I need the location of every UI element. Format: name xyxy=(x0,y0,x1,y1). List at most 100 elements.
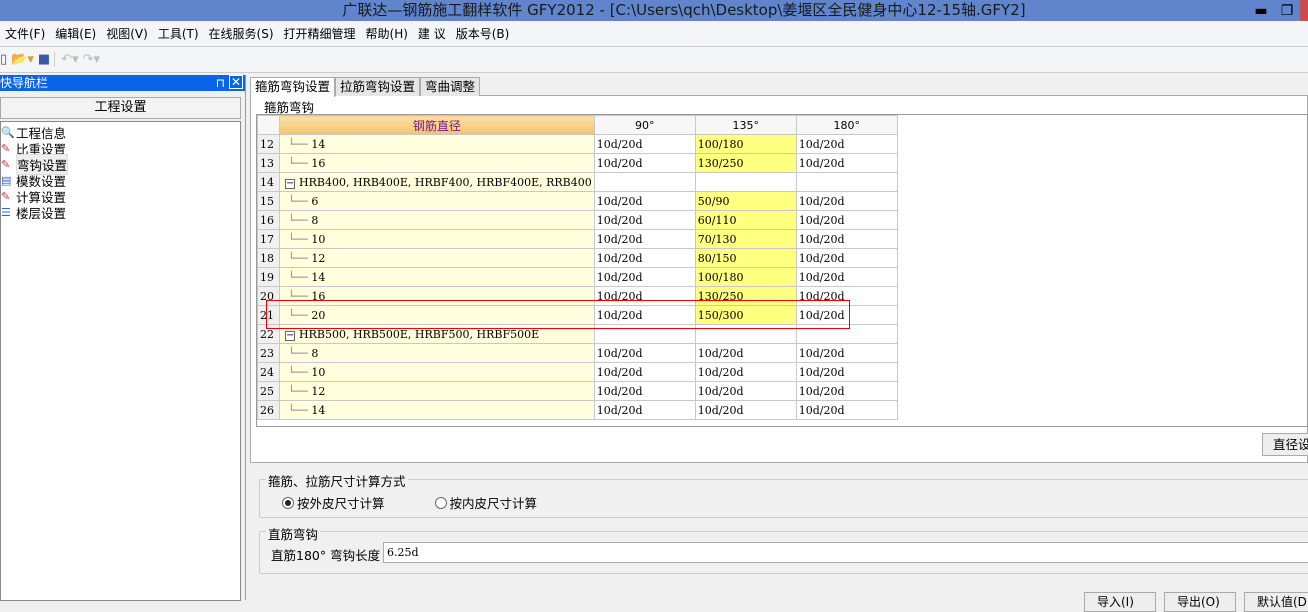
cell-180[interactable]: 10d/20d xyxy=(795,381,898,401)
menu-help[interactable]: 帮助(H) xyxy=(361,25,413,42)
diameter-settings-button[interactable]: 直径设 xyxy=(1262,433,1308,456)
cell-180[interactable]: 10d/20d xyxy=(795,210,898,230)
cell-90[interactable]: 10d/20d xyxy=(593,191,696,211)
table-row[interactable]: 25 └── 12 10d/20d 10d/20d 10d/20d xyxy=(257,381,898,401)
cell-135[interactable]: 70/130 xyxy=(694,229,797,249)
diameter-cell[interactable]: └── 10 xyxy=(279,362,595,382)
nav-close-button[interactable]: ✕ xyxy=(229,75,243,89)
cell-135[interactable]: 10d/20d xyxy=(694,381,797,401)
menu-version[interactable]: 版本号(B) xyxy=(451,25,515,42)
cell-180[interactable]: 10d/20d xyxy=(795,191,898,211)
header-180: 180° xyxy=(795,115,898,135)
menu-online[interactable]: 在线服务(S) xyxy=(204,25,279,42)
cell-180[interactable]: 10d/20d xyxy=(795,153,898,173)
tab-tie-hook[interactable]: 拉筋弯钩设置 xyxy=(335,77,421,96)
table-row[interactable]: 16 └── 8 10d/20d 60/110 10d/20d xyxy=(257,210,898,230)
cell-90[interactable]: 10d/20d xyxy=(593,362,696,382)
cell-135[interactable]: 10d/20d xyxy=(694,343,797,363)
diameter-cell[interactable]: └── 8 xyxy=(279,343,595,363)
close-button[interactable] xyxy=(1300,0,1308,21)
diameter-cell[interactable]: └── 12 xyxy=(279,381,595,401)
menu-suggest[interactable]: 建 议 xyxy=(413,25,451,42)
menu-view[interactable]: 视图(V) xyxy=(101,25,153,42)
import-button[interactable]: 导入(I) xyxy=(1084,592,1156,612)
cell-135[interactable]: 10d/20d xyxy=(694,362,797,382)
table-row[interactable]: 12 └── 14 10d/20d 100/180 10d/20d xyxy=(257,134,898,154)
cell-180[interactable]: 10d/20d xyxy=(795,229,898,249)
restore-button[interactable]: ❐ xyxy=(1274,3,1300,19)
tab-bend-adjust[interactable]: 弯曲调整 xyxy=(420,77,481,96)
cell-135[interactable]: 50/90 xyxy=(694,191,797,211)
collapse-icon[interactable]: − xyxy=(285,178,295,189)
radio-inner-button[interactable] xyxy=(434,496,447,509)
table-row[interactable]: 18 └── 12 10d/20d 80/150 10d/20d xyxy=(257,248,898,268)
diameter-cell[interactable]: └── 8 xyxy=(279,210,595,230)
diameter-cell[interactable]: └── 10 xyxy=(279,229,595,249)
cell-180[interactable]: 10d/20d xyxy=(795,248,898,268)
cell-135[interactable] xyxy=(694,172,797,192)
table-row[interactable]: 15 └── 6 10d/20d 50/90 10d/20d xyxy=(257,191,898,211)
cell-135[interactable]: 130/250 xyxy=(694,153,797,173)
cell-180[interactable]: 10d/20d xyxy=(795,343,898,363)
menu-bar: 文件(F) 编辑(E) 视图(V) 工具(T) 在线服务(S) 打开精细管理 帮… xyxy=(0,21,1308,47)
diameter-cell[interactable]: └── 12 xyxy=(279,248,595,268)
row-number: 17 xyxy=(257,229,280,249)
cell-180[interactable]: 10d/20d xyxy=(795,400,898,420)
cell-135[interactable]: 10d/20d xyxy=(694,400,797,420)
cell-180[interactable] xyxy=(795,172,898,192)
diameter-cell[interactable]: └── 6 xyxy=(279,191,595,211)
radio-outer-button[interactable] xyxy=(282,496,294,509)
table-row[interactable]: 17 └── 10 10d/20d 70/130 10d/20d xyxy=(257,229,898,249)
nav-group-project-settings[interactable]: 工程设置 xyxy=(0,97,241,119)
cell-90[interactable]: 10d/20d xyxy=(593,400,696,420)
cell-135[interactable]: 100/180 xyxy=(694,267,797,287)
cell-90[interactable]: 10d/20d xyxy=(593,381,696,401)
undo-icon[interactable]: ↶▾ xyxy=(54,52,79,67)
calc-method-group: 按外皮尺寸计算 按内皮尺寸计算 xyxy=(259,479,1308,518)
group-cell[interactable]: − HRB400, HRB400E, HRBF400, HRBF400E, RRB… xyxy=(279,172,595,192)
tab-stirrup-hook[interactable]: 箍筋弯钩设置 xyxy=(250,77,336,97)
cell-90[interactable]: 10d/20d xyxy=(593,343,696,363)
hook-length-input[interactable]: 6.25d xyxy=(383,542,1308,563)
table-row[interactable]: 26 └── 14 10d/20d 10d/20d 10d/20d xyxy=(257,400,898,420)
table-row[interactable]: 24 └── 10 10d/20d 10d/20d 10d/20d xyxy=(257,362,898,382)
diameter-cell[interactable]: └── 16 xyxy=(279,153,595,173)
diameter-cell[interactable]: └── 14 xyxy=(279,400,595,420)
export-button[interactable]: 导出(O) xyxy=(1164,592,1236,612)
save-icon[interactable]: ■ xyxy=(38,52,50,67)
open-folder-icon[interactable]: 📂▾ xyxy=(11,52,34,67)
tab-strip: 箍筋弯钩设置 拉筋弯钩设置 弯曲调整 xyxy=(250,77,481,97)
nav-item-floor[interactable]: ☰ 楼层设置 xyxy=(1,204,240,221)
cell-180[interactable]: 10d/20d xyxy=(795,267,898,287)
menu-fine-manage[interactable]: 打开精细管理 xyxy=(279,25,361,42)
cell-90[interactable]: 10d/20d xyxy=(593,229,696,249)
menu-edit[interactable]: 编辑(E) xyxy=(50,25,101,42)
diameter-cell[interactable]: └── 14 xyxy=(279,134,595,154)
menu-file[interactable]: 文件(F) xyxy=(0,25,50,42)
menu-tools[interactable]: 工具(T) xyxy=(153,25,204,42)
cell-180[interactable]: 10d/20d xyxy=(795,362,898,382)
cell-90[interactable]: 10d/20d xyxy=(593,134,696,154)
diameter-cell[interactable]: └── 14 xyxy=(279,267,595,287)
cell-90[interactable]: 10d/20d xyxy=(593,210,696,230)
cell-135[interactable]: 100/180 xyxy=(694,134,797,154)
default-button[interactable]: 默认值(D) xyxy=(1244,592,1308,612)
redo-icon[interactable]: ↷▾ xyxy=(83,52,100,67)
cell-135[interactable]: 60/110 xyxy=(694,210,797,230)
radio-outer[interactable]: 按外皮尺寸计算 xyxy=(282,493,385,512)
table-row[interactable]: 14− HRB400, HRB400E, HRBF400, HRBF400E, R… xyxy=(257,172,898,192)
table-row[interactable]: 23 └── 8 10d/20d 10d/20d 10d/20d xyxy=(257,343,898,363)
radio-inner[interactable]: 按内皮尺寸计算 xyxy=(434,493,537,512)
cell-90[interactable]: 10d/20d xyxy=(593,248,696,268)
cell-90[interactable]: 10d/20d xyxy=(593,267,696,287)
table-row[interactable]: 19 └── 14 10d/20d 100/180 10d/20d xyxy=(257,267,898,287)
cell-90[interactable] xyxy=(593,172,696,192)
new-file-icon[interactable]: ▯ xyxy=(0,52,7,67)
table-row[interactable]: 13 └── 16 10d/20d 130/250 10d/20d xyxy=(257,153,898,173)
cell-180[interactable]: 10d/20d xyxy=(795,134,898,154)
cell-90[interactable]: 10d/20d xyxy=(593,153,696,173)
minimize-button[interactable]: ▬ xyxy=(1248,3,1274,19)
pin-icon[interactable]: ⊓ xyxy=(216,75,225,91)
cell-135[interactable]: 80/150 xyxy=(694,248,797,268)
collapse-icon[interactable]: − xyxy=(285,330,295,341)
